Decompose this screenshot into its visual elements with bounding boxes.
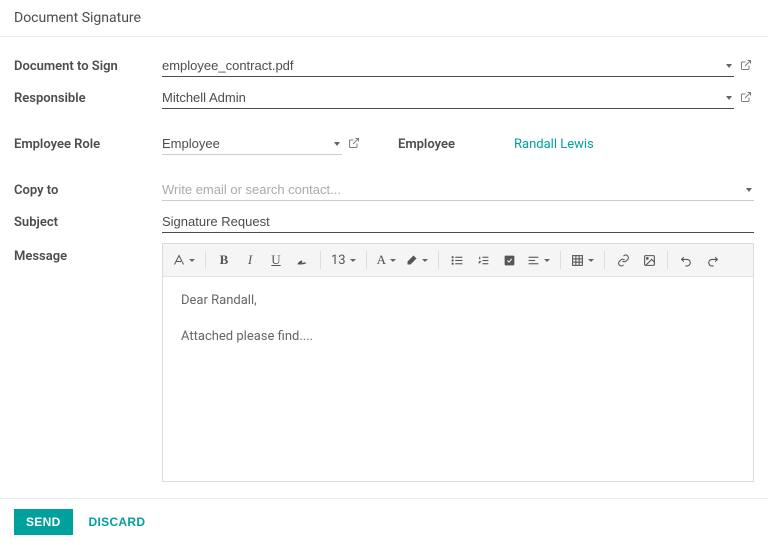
ordered-list-button[interactable]: [471, 248, 495, 272]
message-body[interactable]: Dear Randall, Attached please find....: [163, 277, 753, 481]
row-subject: Subject: [14, 211, 754, 233]
toolbar-separator: [604, 251, 605, 269]
rich-text-editor: B I U 13 A: [162, 243, 754, 482]
chevron-down-icon: [390, 259, 396, 262]
link-button[interactable]: [611, 248, 635, 272]
font-letter: A: [377, 252, 386, 268]
font-size-dropdown[interactable]: 13: [327, 248, 360, 272]
message-line: Attached please find....: [181, 327, 735, 347]
form-content: Document to Sign Responsible Employee Ro…: [0, 37, 768, 498]
copy-to-input[interactable]: [162, 179, 754, 201]
highlight-dropdown[interactable]: [402, 248, 432, 272]
italic-button[interactable]: I: [238, 248, 262, 272]
toolbar-separator: [205, 251, 206, 269]
checklist-button[interactable]: [497, 248, 521, 272]
font-size-value: 13: [331, 253, 346, 268]
editor-toolbar: B I U 13 A: [163, 244, 753, 277]
row-employee-role: Employee Role Employee Randall Lewis: [14, 133, 754, 155]
responsible-input[interactable]: [162, 87, 734, 109]
send-button[interactable]: SEND: [14, 509, 73, 535]
label-employee-role: Employee Role: [14, 137, 162, 152]
label-document: Document to Sign: [14, 59, 162, 74]
clear-format-button[interactable]: [290, 248, 314, 272]
external-link-icon[interactable]: [740, 59, 754, 73]
label-subject: Subject: [14, 215, 162, 230]
message-line: Dear Randall,: [181, 291, 735, 311]
chevron-down-icon: [422, 259, 428, 262]
chevron-down-icon: [588, 259, 594, 262]
external-link-icon[interactable]: [740, 91, 754, 105]
underline-button[interactable]: U: [264, 248, 288, 272]
chevron-down-icon: [189, 259, 195, 262]
unordered-list-button[interactable]: [445, 248, 469, 272]
toolbar-separator: [320, 251, 321, 269]
redo-button[interactable]: [700, 248, 724, 272]
toolbar-separator: [438, 251, 439, 269]
row-copy-to: Copy to: [14, 179, 754, 201]
bold-button[interactable]: B: [212, 248, 236, 272]
label-copy-to: Copy to: [14, 183, 162, 198]
style-dropdown[interactable]: [169, 248, 199, 272]
toolbar-separator: [366, 251, 367, 269]
employee-link[interactable]: Randall Lewis: [514, 137, 594, 152]
label-message: Message: [14, 243, 162, 264]
font-color-dropdown[interactable]: A: [373, 248, 400, 272]
row-responsible: Responsible: [14, 87, 754, 109]
modal-header: Document Signature: [0, 0, 768, 37]
undo-button[interactable]: [674, 248, 698, 272]
employee-role-input[interactable]: [162, 133, 342, 155]
modal-title: Document Signature: [14, 10, 754, 26]
row-message: Message B I U 13: [14, 243, 754, 482]
align-dropdown[interactable]: [523, 248, 554, 272]
row-document: Document to Sign: [14, 55, 754, 77]
toolbar-separator: [667, 251, 668, 269]
chevron-down-icon: [350, 259, 356, 262]
chevron-down-icon: [544, 259, 550, 262]
toolbar-separator: [560, 251, 561, 269]
label-responsible: Responsible: [14, 91, 162, 106]
image-button[interactable]: [637, 248, 661, 272]
document-input[interactable]: [162, 55, 734, 77]
modal-footer: SEND DISCARD: [0, 498, 768, 545]
subject-input[interactable]: [162, 211, 754, 233]
table-dropdown[interactable]: [567, 248, 598, 272]
label-employee: Employee: [398, 137, 508, 152]
discard-button[interactable]: DISCARD: [89, 515, 146, 529]
external-link-icon[interactable]: [348, 137, 362, 151]
